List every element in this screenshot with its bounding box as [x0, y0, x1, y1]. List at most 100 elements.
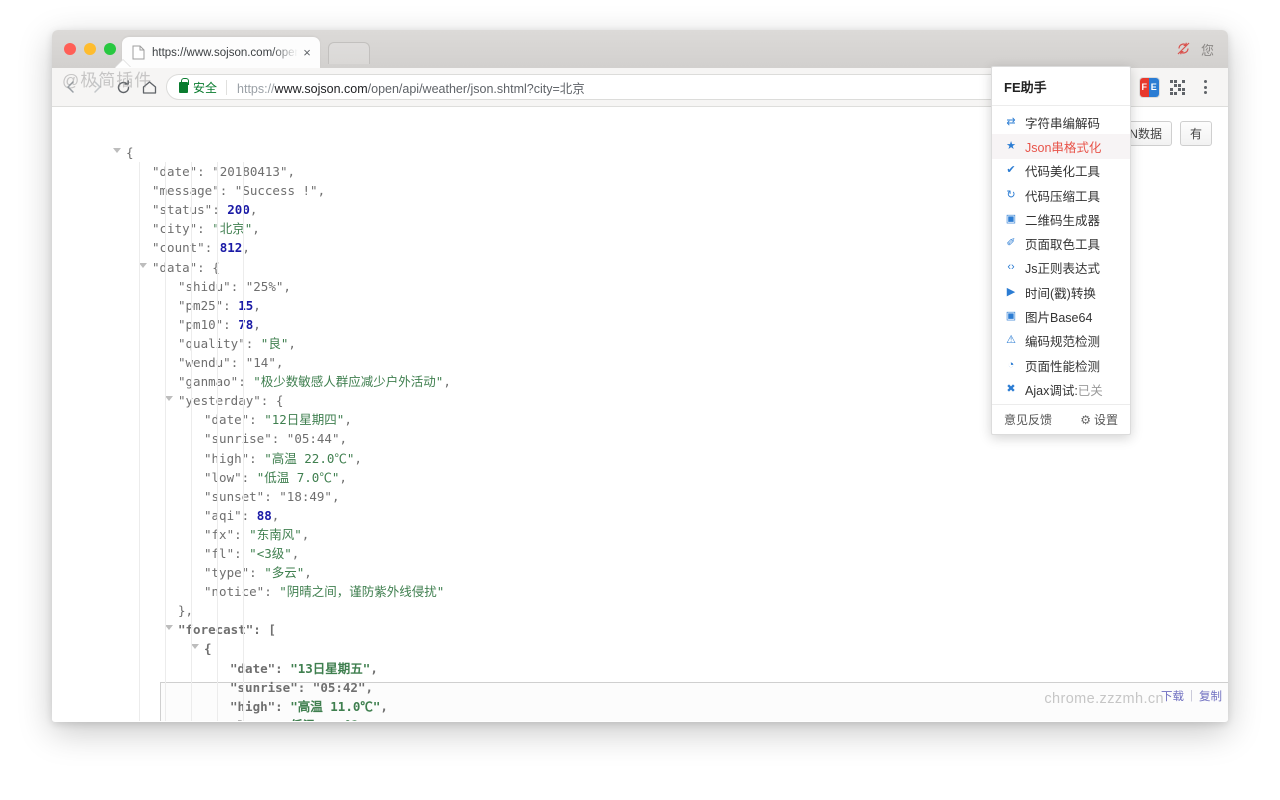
- url-host: www.sojson.com: [274, 81, 368, 96]
- json-pun: ,: [370, 660, 378, 676]
- collapse-triangle-icon[interactable]: [191, 644, 199, 650]
- json-num: 78: [238, 316, 254, 332]
- json-k: "aqi": [204, 507, 242, 523]
- json-k: "fx": [204, 526, 235, 542]
- kebab-menu-icon[interactable]: [1192, 74, 1218, 100]
- menu-item-ajax-debug[interactable]: ✖ Ajax调试: 已关: [992, 377, 1130, 401]
- json-k: "low": [204, 469, 242, 485]
- menu-item-json-format[interactable]: ★ Json串格式化: [992, 134, 1130, 159]
- json-pun: :: [268, 718, 283, 721]
- extension-fe-button[interactable]: F E: [1136, 74, 1162, 100]
- collapse-triangle-icon[interactable]: [139, 262, 147, 268]
- json-k: "low": [230, 718, 268, 721]
- json-k: "date": [230, 660, 276, 676]
- json-line: },: [126, 601, 1228, 620]
- menu-item-qrcode[interactable]: ▣ 二维码生成器: [992, 207, 1130, 231]
- json-pun: :: [234, 526, 250, 542]
- menu-item-label: 二维码生成器: [1025, 213, 1101, 228]
- fe-icon-e: E: [1149, 77, 1159, 97]
- menu-item-js-regex[interactable]: ‹› Js正则表达式: [992, 256, 1130, 280]
- menu-item-image-base64[interactable]: ▣ 图片Base64: [992, 304, 1130, 328]
- json-line: "type": "多云",: [126, 563, 1228, 582]
- warning-icon: ⚠: [1006, 334, 1016, 347]
- menu-item-label: Json串格式化: [1025, 140, 1102, 155]
- json-k: "sunrise": [204, 431, 272, 447]
- json-k: "ganmao": [178, 374, 239, 390]
- star-icon: ★: [1006, 139, 1016, 152]
- tab-title: https://www.sojson.com/open/: [152, 46, 298, 59]
- menu-item-timestamp[interactable]: ▶ 时间(戳)转换: [992, 280, 1130, 304]
- json-pun: : [: [253, 622, 276, 638]
- json-pun: ,: [380, 698, 388, 714]
- json-pun: ,: [344, 412, 352, 428]
- menu-item-performance[interactable]: ◔ 页面性能检测: [992, 353, 1130, 377]
- menu-item-status: 已关: [1077, 383, 1103, 398]
- reload-icon[interactable]: [110, 74, 136, 100]
- json-pun: :: [297, 679, 313, 695]
- json-pun: ,: [365, 718, 373, 721]
- menu-item-code-minify[interactable]: ↻ 代码压缩工具: [992, 183, 1130, 207]
- new-tab-button[interactable]: [328, 42, 370, 64]
- json-pun: ,: [253, 316, 261, 332]
- sync-paused-icon[interactable]: [1176, 41, 1191, 59]
- json-pun: :: [249, 412, 265, 428]
- json-pun: ,: [291, 545, 300, 561]
- menu-item-label: 代码压缩工具: [1025, 189, 1101, 204]
- browser-tab[interactable]: https://www.sojson.com/open/ ×: [122, 37, 320, 68]
- json-k: "status": [152, 202, 213, 218]
- json-line: "sunrise": "05:42",: [126, 678, 1228, 697]
- profile-button[interactable]: 您: [1201, 40, 1214, 59]
- collapse-triangle-icon[interactable]: [113, 148, 121, 153]
- menu-item-label: 时间(戳)转换: [1025, 286, 1096, 301]
- window-controls: [64, 43, 116, 55]
- json-str: "18:49": [279, 488, 332, 504]
- swap-arrows-icon: ⇄: [1006, 115, 1016, 128]
- json-pun: ,: [301, 526, 310, 542]
- back-arrow-icon[interactable]: [58, 74, 84, 100]
- kebab-dots: [1203, 80, 1207, 94]
- json-pun: ,: [249, 202, 258, 218]
- json-pun: :: [212, 202, 228, 218]
- extension-qr-button[interactable]: [1164, 74, 1190, 100]
- json-pun: :: [271, 431, 287, 447]
- menu-item-label: 页面性能检测: [1025, 359, 1101, 374]
- json-cn: "极少数敏感人群应减少户外活动": [253, 374, 444, 390]
- square-icon: ▣: [1005, 212, 1017, 225]
- json-k: "forecast": [178, 622, 254, 638]
- json-k: "sunrise": [230, 679, 298, 695]
- tab-strip: https://www.sojson.com/open/ × 您: [52, 30, 1228, 68]
- json-line: {: [126, 639, 1228, 658]
- home-icon[interactable]: [136, 74, 162, 100]
- tabstrip-right-controls: 您: [1176, 40, 1214, 59]
- feedback-link[interactable]: 意见反馈: [1004, 411, 1052, 428]
- json-k: "notice": [204, 584, 265, 600]
- pencil-icon: ✐: [1006, 237, 1016, 250]
- close-window-button[interactable]: [64, 43, 76, 55]
- menu-item-string-encode[interactable]: ⇄ 字符串编解码: [992, 110, 1130, 134]
- menu-item-color-picker[interactable]: ✐ 页面取色工具: [992, 231, 1130, 255]
- lock-icon: [179, 77, 189, 93]
- close-icon[interactable]: ×: [300, 45, 314, 60]
- json-k: "shidu": [178, 278, 231, 294]
- settings-button[interactable]: ⚙ 设置: [1080, 411, 1118, 428]
- minimize-window-button[interactable]: [84, 43, 96, 55]
- menu-item-code-beautify[interactable]: ✔ 代码美化工具: [992, 159, 1130, 183]
- json-line: "aqi": 88,: [126, 506, 1228, 525]
- json-cn: "多云": [264, 565, 305, 581]
- indent-guide: [165, 162, 166, 721]
- json-pun: :: [275, 698, 291, 714]
- zoom-window-button[interactable]: [104, 43, 116, 55]
- json-line: "fl": "<3级",: [126, 544, 1228, 563]
- collapse-triangle-icon[interactable]: [165, 625, 173, 631]
- json-line: "notice": "阴晴之间，谨防紫外线侵扰": [126, 582, 1228, 601]
- collapse-triangle-icon[interactable]: [165, 396, 173, 402]
- menu-item-lint[interactable]: ⚠ 编码规范检测: [992, 329, 1130, 353]
- json-pun: ,: [354, 450, 362, 466]
- json-pun: ,: [253, 297, 261, 313]
- indent-guide: [243, 162, 244, 721]
- forward-arrow-icon[interactable]: [84, 74, 110, 100]
- json-pun: ,: [271, 507, 280, 523]
- json-str: "25%": [245, 278, 284, 294]
- json-line: "sunset": "18:49",: [126, 487, 1228, 506]
- address-bar[interactable]: 安全 https://www.sojson.com/open/api/weath…: [166, 74, 1100, 100]
